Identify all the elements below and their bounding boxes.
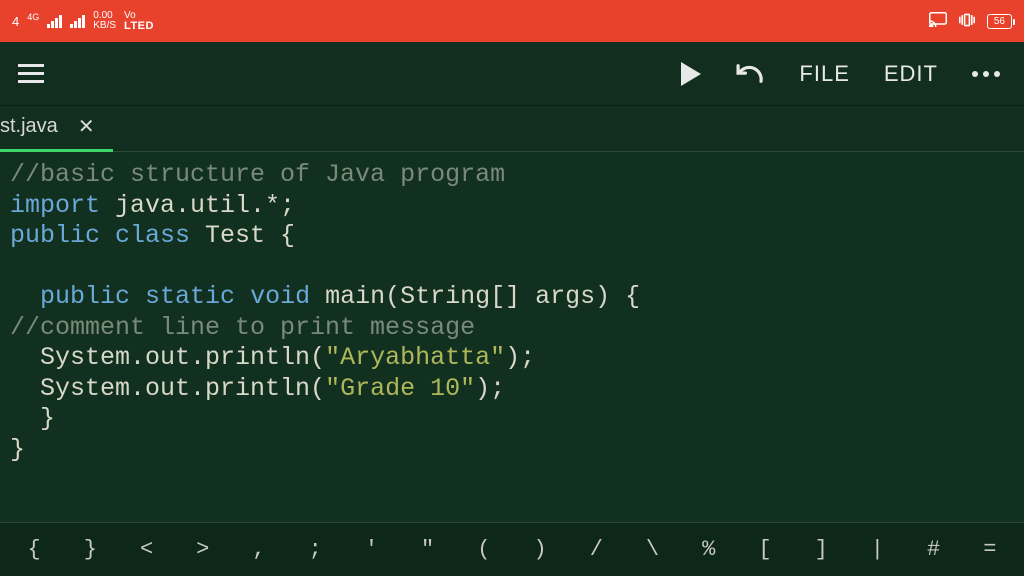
android-status-bar: 4 4G 0.00KB/S VoLTED 56 [0, 0, 1024, 42]
symbol-key[interactable]: ; [297, 531, 333, 568]
tab-filename: st.java [0, 115, 58, 138]
signal-strength-icon-2 [70, 14, 85, 28]
status-right-group: 56 [929, 12, 1012, 31]
code-text: ); [475, 374, 505, 403]
code-keyword: public [10, 221, 100, 250]
volte-indicator: VoLTED [124, 11, 154, 32]
code-comment: //comment line to print message [10, 313, 475, 342]
battery-indicator: 56 [987, 14, 1012, 29]
close-tab-icon[interactable]: ✕ [74, 114, 99, 139]
code-keyword: public [40, 282, 130, 311]
symbol-key[interactable]: > [185, 531, 221, 568]
symbol-key[interactable]: ] [803, 531, 839, 568]
symbol-key[interactable]: # [916, 531, 952, 568]
code-text: ); [505, 343, 535, 372]
symbol-key[interactable]: { [16, 531, 52, 568]
undo-button[interactable] [735, 64, 765, 84]
code-text: main(String[] args) { [310, 282, 640, 311]
code-comment: //basic structure of Java program [10, 160, 505, 189]
edit-menu[interactable]: EDIT [884, 61, 938, 87]
status-left-group: 4 4G 0.00KB/S VoLTED [12, 11, 154, 32]
symbol-keyboard-bar: { } < > , ; ' " ( ) / \ % [ ] | # = [0, 522, 1024, 576]
code-string: "Grade 10" [325, 374, 475, 403]
net-speed: 0.00KB/S [93, 11, 116, 31]
symbol-key[interactable]: | [859, 531, 895, 568]
symbol-key[interactable]: ( [466, 531, 502, 568]
symbol-key[interactable]: , [241, 531, 277, 568]
code-text: System.out.println( [10, 374, 325, 403]
code-text: java.util.*; [100, 191, 295, 220]
code-editor[interactable]: //basic structure of Java program import… [0, 152, 1024, 522]
symbol-key[interactable]: [ [747, 531, 783, 568]
file-menu[interactable]: FILE [799, 61, 849, 87]
symbol-key[interactable]: " [410, 531, 446, 568]
code-keyword: void [250, 282, 310, 311]
hamburger-menu-icon[interactable] [10, 56, 52, 91]
more-options-button[interactable] [972, 71, 1000, 77]
signal-strength-icon [47, 14, 62, 28]
code-text: } [10, 435, 25, 464]
file-tab[interactable]: st.java ✕ [0, 104, 113, 152]
symbol-key[interactable]: / [578, 531, 614, 568]
clock-fragment: 4 [12, 14, 19, 29]
symbol-key[interactable]: < [129, 531, 165, 568]
symbol-key[interactable]: ) [522, 531, 558, 568]
run-button[interactable] [681, 62, 701, 86]
symbol-key[interactable]: } [72, 531, 108, 568]
tab-bar: st.java ✕ [0, 106, 1024, 152]
code-text: Test { [190, 221, 295, 250]
network-gen: 4G [27, 12, 39, 22]
symbol-key[interactable]: \ [635, 531, 671, 568]
code-keyword: import [10, 191, 100, 220]
vibrate-icon [957, 12, 977, 31]
symbol-key[interactable]: ' [353, 531, 389, 568]
code-text: } [10, 404, 55, 433]
code-keyword: static [145, 282, 235, 311]
app-toolbar: FILE EDIT [0, 42, 1024, 106]
code-string: "Aryabhatta" [325, 343, 505, 372]
symbol-key[interactable]: = [972, 531, 1008, 568]
cast-icon [929, 12, 947, 30]
code-keyword: class [115, 221, 190, 250]
code-text: System.out.println( [10, 343, 325, 372]
symbol-key[interactable]: % [691, 531, 727, 568]
